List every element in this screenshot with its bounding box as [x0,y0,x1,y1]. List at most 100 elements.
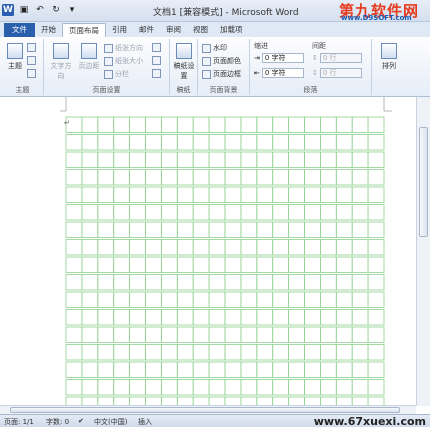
grid-cell [145,116,162,133]
grid-cell [208,326,226,343]
grid-cell [65,186,83,203]
text-direction-button[interactable]: 文字方向 [48,43,74,81]
grid-cell [224,116,242,133]
grid-cell [224,291,242,308]
spacing-before-input[interactable]: 0 行 [319,53,362,63]
margins-icon [81,43,97,59]
hyphenation-button[interactable] [152,69,161,78]
undo-icon[interactable]: ↶ [34,4,46,16]
page-borders-label: 页面边框 [213,70,241,78]
customize-qat-icon[interactable]: ▾ [66,4,78,16]
columns-button[interactable]: 分栏 [104,69,129,79]
grid-cell [335,309,353,326]
indent-right-input[interactable]: 0 字符 [261,68,304,78]
page-color-button[interactable]: 页面颜色 [202,56,241,66]
grid-cell [240,309,258,326]
indent-left-input[interactable]: 0 字符 [261,53,304,63]
horizontal-scrollbar[interactable] [0,405,416,414]
grid-cell [81,134,99,151]
orientation-button[interactable]: 纸张方向 [104,43,143,53]
grid-cell [97,134,115,151]
size-label: 纸张大小 [115,57,143,65]
grid-cell [256,204,274,221]
grid-cell [97,116,115,133]
grid-row [65,309,385,326]
grid-cell [113,379,130,396]
grid-cell [335,361,353,378]
grid-cell [367,344,385,361]
tab-mailings[interactable]: 邮件 [133,23,160,37]
theme-colors-button[interactable] [27,43,36,52]
vertical-scroll-thumb[interactable] [419,127,428,237]
grid-cell [160,221,178,238]
themes-icon [7,43,23,59]
status-page[interactable]: 页面: 1/1 [4,417,34,427]
proofing-icon[interactable]: ✔ [78,417,84,425]
grid-cell [145,291,162,308]
grid-cell [304,379,321,396]
grid-cell [351,379,369,396]
grid-cell [208,274,226,291]
line-numbers-button[interactable] [152,56,161,65]
tab-review[interactable]: 审阅 [160,23,187,37]
group-themes: 主题 主题 [2,39,44,95]
grid-cell [97,291,115,308]
margins-button[interactable]: 页边距 [78,43,100,71]
grid-cell [351,309,369,326]
grid-cell [129,169,146,186]
vertical-scrollbar[interactable] [416,97,430,406]
grid-cell [65,326,83,343]
grid-cell [192,326,210,343]
redo-icon[interactable]: ↻ [50,4,62,16]
page-borders-button[interactable]: 页面边框 [202,69,241,79]
watermark-button[interactable]: 水印 [202,43,227,53]
grid-cell [145,134,162,151]
breaks-button[interactable] [152,43,161,52]
word-logo-icon[interactable]: W [2,4,14,16]
grid-cell [367,134,385,151]
tab-file[interactable]: 文件 [4,23,35,37]
save-icon[interactable]: ▣ [18,4,30,16]
grid-cell [367,151,385,168]
grid-cell [288,344,305,361]
grid-cell [304,361,321,378]
grid-cell [256,239,274,256]
tab-view[interactable]: 视图 [187,23,214,37]
indent-left-control: ⇥ 0 字符 [254,53,304,63]
tab-page-layout[interactable]: 页面布局 [62,23,106,37]
grid-cell [351,291,369,308]
group-page-background: 水印 页面颜色 页面边框 页面背景 [198,39,250,95]
status-words[interactable]: 字数: 0 [46,417,69,427]
tab-references[interactable]: 引用 [106,23,133,37]
grid-cell [335,326,353,343]
theme-effects-button[interactable] [27,69,36,78]
arrange-button[interactable]: 排列 [378,43,400,71]
grid-cell [81,274,99,291]
grid-row [65,239,385,256]
theme-fonts-button[interactable] [27,56,36,65]
status-language[interactable]: 中文(中国) [94,417,127,427]
grid-cell [367,326,385,343]
site-watermark-logo: 第九软件网 www.D9SOFT.com [339,0,429,22]
horizontal-scroll-thumb[interactable] [10,407,400,413]
grid-cell [304,344,321,361]
grid-cell [81,116,99,133]
grid-cell [272,151,290,168]
grid-cell [288,134,305,151]
document-area[interactable]: ↵ [0,97,430,406]
grid-cell [176,379,194,396]
size-button[interactable]: 纸张大小 [104,56,143,66]
grid-cell [240,239,258,256]
grid-cell [335,116,353,133]
spacing-after-input[interactable]: 0 行 [319,68,362,78]
grid-cell [319,221,337,238]
manuscript-settings-button[interactable]: 稿纸设置 [173,43,195,81]
status-mode[interactable]: 插入 [138,417,152,427]
grid-cell [81,221,99,238]
grid-cell [160,361,178,378]
themes-button[interactable]: 主题 [5,43,25,71]
breaks-icon [152,43,161,52]
grid-cell [145,256,162,273]
tab-home[interactable]: 开始 [35,23,62,37]
tab-addins[interactable]: 加载项 [214,23,249,37]
